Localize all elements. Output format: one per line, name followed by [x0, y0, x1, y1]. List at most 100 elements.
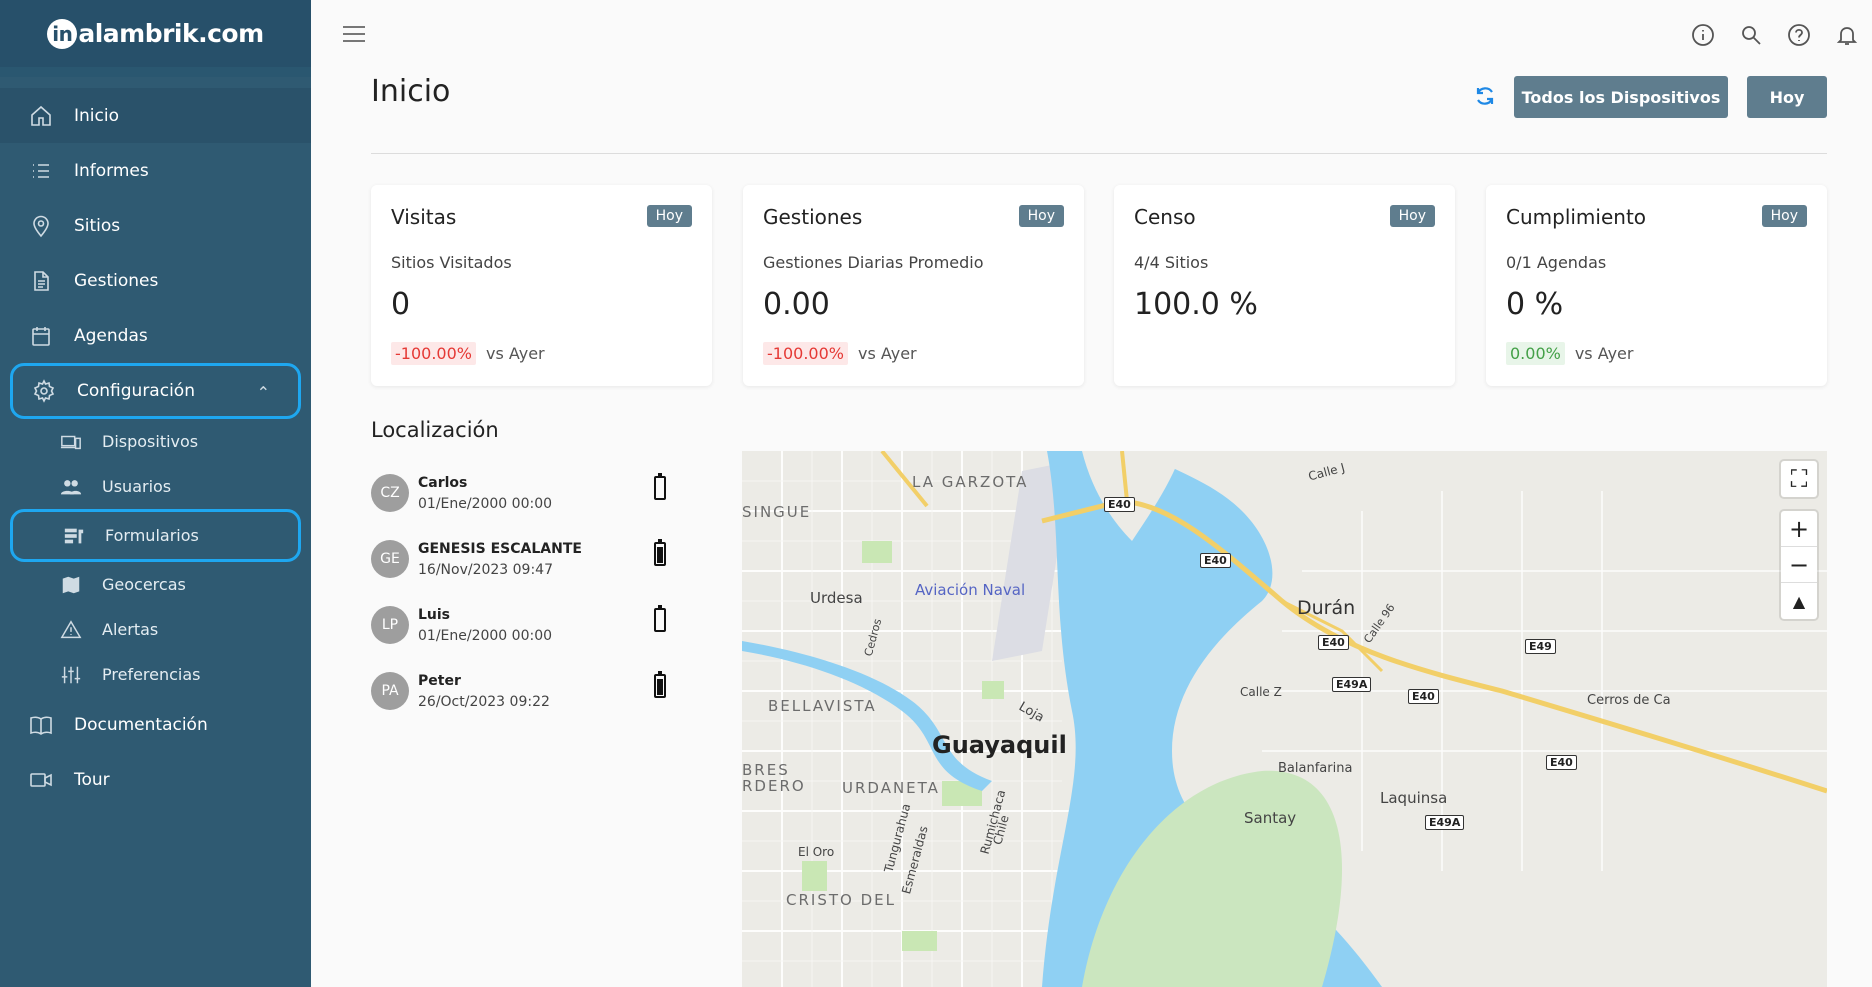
map-view[interactable]: LA GARZOTA SINGUE Urdesa Cedros Aviación… [742, 451, 1827, 987]
delta-label: vs Ayer [857, 344, 917, 363]
sidebar-item-agendas[interactable]: Agendas [0, 308, 311, 363]
list-icon [28, 158, 54, 184]
battery-icon [654, 605, 666, 632]
map-label: Cerros de Ca [1587, 693, 1671, 708]
sidebar-subitem-alertas[interactable]: Alertas [0, 607, 311, 652]
delta-pill: 0.00% [1506, 342, 1565, 365]
device-date: 26/Oct/2023 09:22 [418, 693, 550, 710]
device-list: CZ Carlos 01/Ene/2000 00:00 GE GENESIS E… [371, 460, 711, 724]
search-icon[interactable] [1738, 22, 1764, 48]
device-date: 01/Ene/2000 00:00 [418, 495, 553, 512]
refresh-icon[interactable] [1473, 84, 1497, 108]
map-fullscreen-control: ⛶ [1781, 461, 1817, 497]
highway-shield: E40 [1408, 689, 1439, 704]
avatar: PA [371, 672, 409, 710]
help-icon[interactable] [1786, 22, 1812, 48]
card-subtitle: 0/1 Agendas [1506, 253, 1607, 272]
location-title: Localización [371, 418, 499, 442]
book-icon [28, 712, 54, 738]
censo-card: Censo Hoy 4/4 Sitios 100.0 % [1114, 185, 1455, 386]
device-name: Luis [418, 606, 451, 623]
all-devices-button[interactable]: Todos los Dispositivos [1514, 76, 1728, 118]
sidebar-item-label: Agendas [74, 325, 148, 346]
sidebar-item-configuracion[interactable]: Configuración ⌃ [10, 363, 301, 419]
header-divider [371, 153, 1827, 154]
topbar-icons [1690, 22, 1860, 48]
list-item[interactable]: LP Luis 01/Ene/2000 00:00 [371, 592, 711, 658]
page-title: Inicio [371, 74, 451, 109]
map-label: Urdesa [810, 589, 863, 607]
sidebar-subitem-label: Usuarios [102, 477, 172, 496]
sidebar-item-documentacion[interactable]: Documentación [0, 697, 311, 752]
sidebar-subitem-preferencias[interactable]: Preferencias [0, 652, 311, 697]
sidebar-subitem-formularios[interactable]: Formularios [10, 509, 301, 562]
hamburger-menu-icon[interactable] [343, 26, 365, 44]
sidebar-subitem-usuarios[interactable]: Usuarios [0, 464, 311, 509]
video-camera-icon [28, 767, 54, 793]
sidebar-item-gestiones[interactable]: Gestiones [0, 253, 311, 308]
highway-shield: E49 [1525, 639, 1556, 654]
map-label: SINGUE [742, 503, 812, 521]
sidebar-item-inicio[interactable]: Inicio [0, 88, 311, 143]
card-badge: Hoy [1389, 205, 1435, 227]
sidebar-item-sitios[interactable]: Sitios [0, 198, 311, 253]
map-label: El Oro [798, 845, 835, 859]
compass-icon[interactable]: ▲ [1781, 583, 1817, 619]
highway-shield: E40 [1104, 497, 1135, 512]
sidebar-item-informes[interactable]: Informes [0, 143, 311, 198]
map-label: Durán [1297, 597, 1356, 619]
fullscreen-icon[interactable]: ⛶ [1781, 461, 1817, 497]
sidebar-item-tour[interactable]: Tour [0, 752, 311, 807]
today-button[interactable]: Hoy [1747, 76, 1827, 118]
home-icon [28, 103, 54, 129]
list-item[interactable]: GE GENESIS ESCALANTE 16/Nov/2023 09:47 [371, 526, 711, 592]
list-item[interactable]: CZ Carlos 01/Ene/2000 00:00 [371, 460, 711, 526]
map-icon [58, 574, 84, 596]
main-content: Inicio Todos los Dispositivos Hoy Visita… [311, 0, 1872, 987]
sidebar-subitem-geocercas[interactable]: Geocercas [0, 562, 311, 607]
delta-label: vs Ayer [1574, 344, 1634, 363]
sidebar-item-label: Inicio [74, 105, 119, 126]
avatar: CZ [371, 474, 409, 512]
sidebar-subitem-label: Alertas [102, 620, 159, 639]
card-subtitle: Sitios Visitados [391, 253, 512, 272]
info-icon[interactable] [1690, 22, 1716, 48]
card-value: 0 [391, 287, 411, 322]
list-item[interactable]: PA Peter 26/Oct/2023 09:22 [371, 658, 711, 724]
device-date: 01/Ene/2000 00:00 [418, 627, 553, 644]
bell-icon[interactable] [1834, 22, 1860, 48]
highway-shield: E49A [1425, 815, 1465, 830]
highway-shield: E49A [1332, 677, 1372, 692]
sidebar: in alambrik.com Inicio Informes Sitios Ge… [0, 0, 311, 987]
map-label: Aviación Naval [915, 581, 1026, 599]
sidebar-item-label: Tour [74, 769, 110, 790]
card-title: Gestiones [763, 205, 863, 229]
sidebar-item-label: Sitios [74, 215, 121, 236]
sidebar-subitem-label: Formularios [105, 526, 199, 545]
delta-pill: -100.00% [391, 342, 476, 365]
device-date: 16/Nov/2023 09:47 [418, 561, 553, 578]
brand-logo[interactable]: in alambrik.com [47, 18, 264, 49]
device-name: GENESIS ESCALANTE [418, 540, 582, 557]
map-label: BELLAVISTA [768, 697, 877, 715]
sidebar-subitem-dispositivos[interactable]: Dispositivos [0, 419, 311, 464]
card-title: Visitas [391, 205, 457, 229]
location-pin-icon [28, 213, 54, 239]
sidebar-item-label: Informes [74, 160, 149, 181]
battery-icon [654, 473, 666, 500]
map-label: Laquinsa [1380, 789, 1448, 807]
avatar: LP [371, 606, 409, 644]
zoom-in-button[interactable]: + [1781, 511, 1817, 547]
brand-header: in alambrik.com [0, 0, 311, 77]
gear-icon [31, 378, 57, 404]
avatar: GE [371, 540, 409, 578]
map-label: URDANETA [842, 779, 940, 797]
card-delta: -100.00% vs Ayer [391, 342, 545, 365]
sidebar-nav: Inicio Informes Sitios Gestiones Agendas… [0, 88, 311, 807]
map-label: Calle Z [1240, 685, 1282, 699]
sliders-icon [58, 664, 84, 686]
battery-icon [654, 671, 666, 698]
topbar [311, 0, 1872, 70]
zoom-out-button[interactable]: − [1781, 547, 1817, 583]
map-label: Guayaquil [932, 731, 1067, 759]
